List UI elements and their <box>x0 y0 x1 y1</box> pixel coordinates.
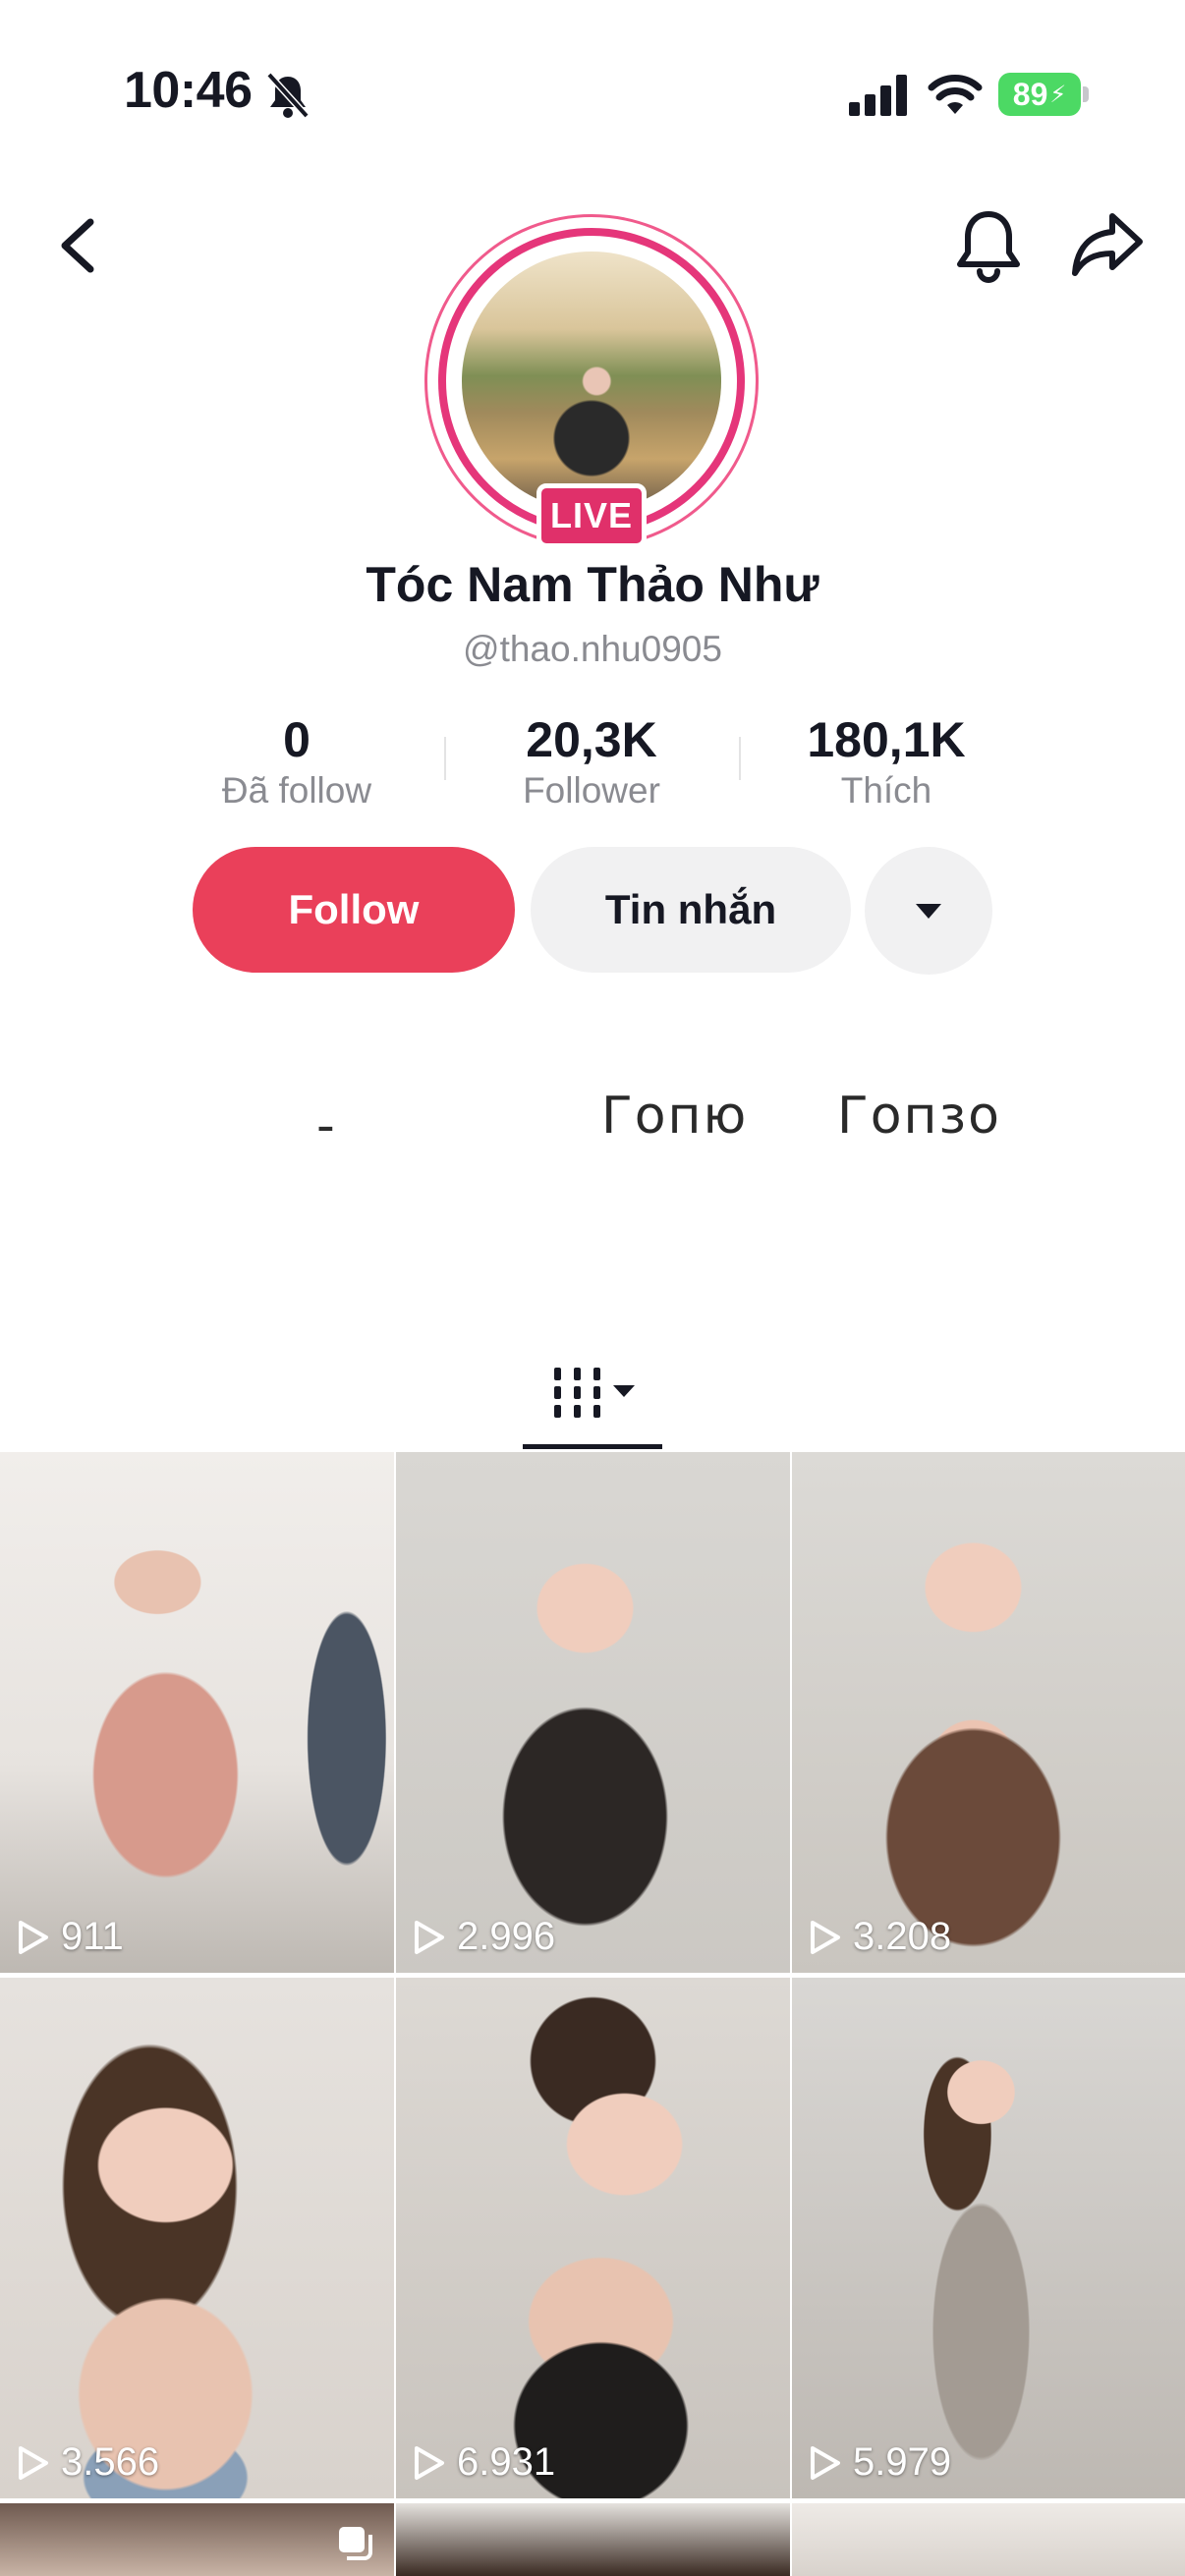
video-tile[interactable]: 2.996 <box>396 1452 790 1973</box>
video-grid: 911 2.996 3.208 3.566 6.931 5.979 <box>0 1452 1185 2498</box>
stat-followers[interactable]: 20,3K Follower <box>444 711 739 812</box>
bio-fragment: Гопзо <box>837 1087 1001 1146</box>
tab-active-indicator <box>523 1444 662 1449</box>
video-tile[interactable]: 6.931 <box>396 1978 790 2498</box>
battery-indicator: 89 ⚡ <box>998 73 1081 116</box>
view-count: 3.208 <box>808 1915 951 1959</box>
view-count: 5.979 <box>808 2440 951 2485</box>
bio-fragment: Гопю <box>601 1087 749 1146</box>
play-icon <box>415 1920 444 1954</box>
cellular-signal-icon <box>849 75 907 116</box>
live-badge[interactable]: LIVE <box>536 483 647 548</box>
battery-nub <box>1083 86 1089 102</box>
stat-following[interactable]: 0 Đã follow <box>149 711 444 812</box>
more-options-button[interactable] <box>865 847 992 975</box>
stat-followers-value: 20,3K <box>526 712 657 767</box>
view-count: 2.996 <box>412 1915 555 1959</box>
stat-likes-label: Thích <box>840 770 932 811</box>
view-count: 911 <box>16 1915 124 1959</box>
play-icon <box>19 2445 48 2480</box>
videos-tab-grid-icon[interactable] <box>540 1362 649 1425</box>
stat-likes-value: 180,1K <box>807 712 966 767</box>
profile-handle: @thao.nhu0905 <box>463 629 722 669</box>
play-icon <box>811 2445 840 2480</box>
stat-following-label: Đã follow <box>221 770 372 811</box>
video-tile[interactable]: 3.566 <box>0 1978 394 2498</box>
multi-photo-icon <box>339 2527 372 2560</box>
video-tile[interactable] <box>0 2503 394 2576</box>
chevron-left-icon[interactable] <box>51 214 104 277</box>
bio-fragment: - <box>316 1096 337 1155</box>
play-icon <box>19 1920 48 1954</box>
wifi-icon <box>928 75 983 114</box>
video-tile[interactable]: 911 <box>0 1452 394 1973</box>
avatar[interactable] <box>462 252 721 511</box>
stat-likes[interactable]: 180,1K Thích <box>739 711 1034 812</box>
silent-mode-icon <box>266 72 310 119</box>
stat-followers-label: Follower <box>523 770 660 811</box>
view-count: 6.931 <box>412 2440 555 2485</box>
video-tile[interactable]: 5.979 <box>792 1978 1185 2498</box>
bell-icon[interactable] <box>953 206 1024 283</box>
follow-button[interactable]: Follow <box>193 847 515 973</box>
message-button[interactable]: Tin nhắn <box>531 847 851 973</box>
view-count: 3.566 <box>16 2440 159 2485</box>
share-arrow-icon[interactable] <box>1071 210 1144 277</box>
play-icon <box>415 2445 444 2480</box>
video-tile[interactable] <box>396 2503 790 2576</box>
stat-following-value: 0 <box>283 712 310 767</box>
video-tile[interactable]: 3.208 <box>792 1452 1185 1973</box>
status-time: 10:46 <box>124 62 253 119</box>
video-tile[interactable] <box>792 2503 1185 2576</box>
play-icon <box>811 1920 840 1954</box>
profile-name: Tóc Nam Thảo Như <box>366 557 819 612</box>
caret-down-icon <box>916 904 941 919</box>
